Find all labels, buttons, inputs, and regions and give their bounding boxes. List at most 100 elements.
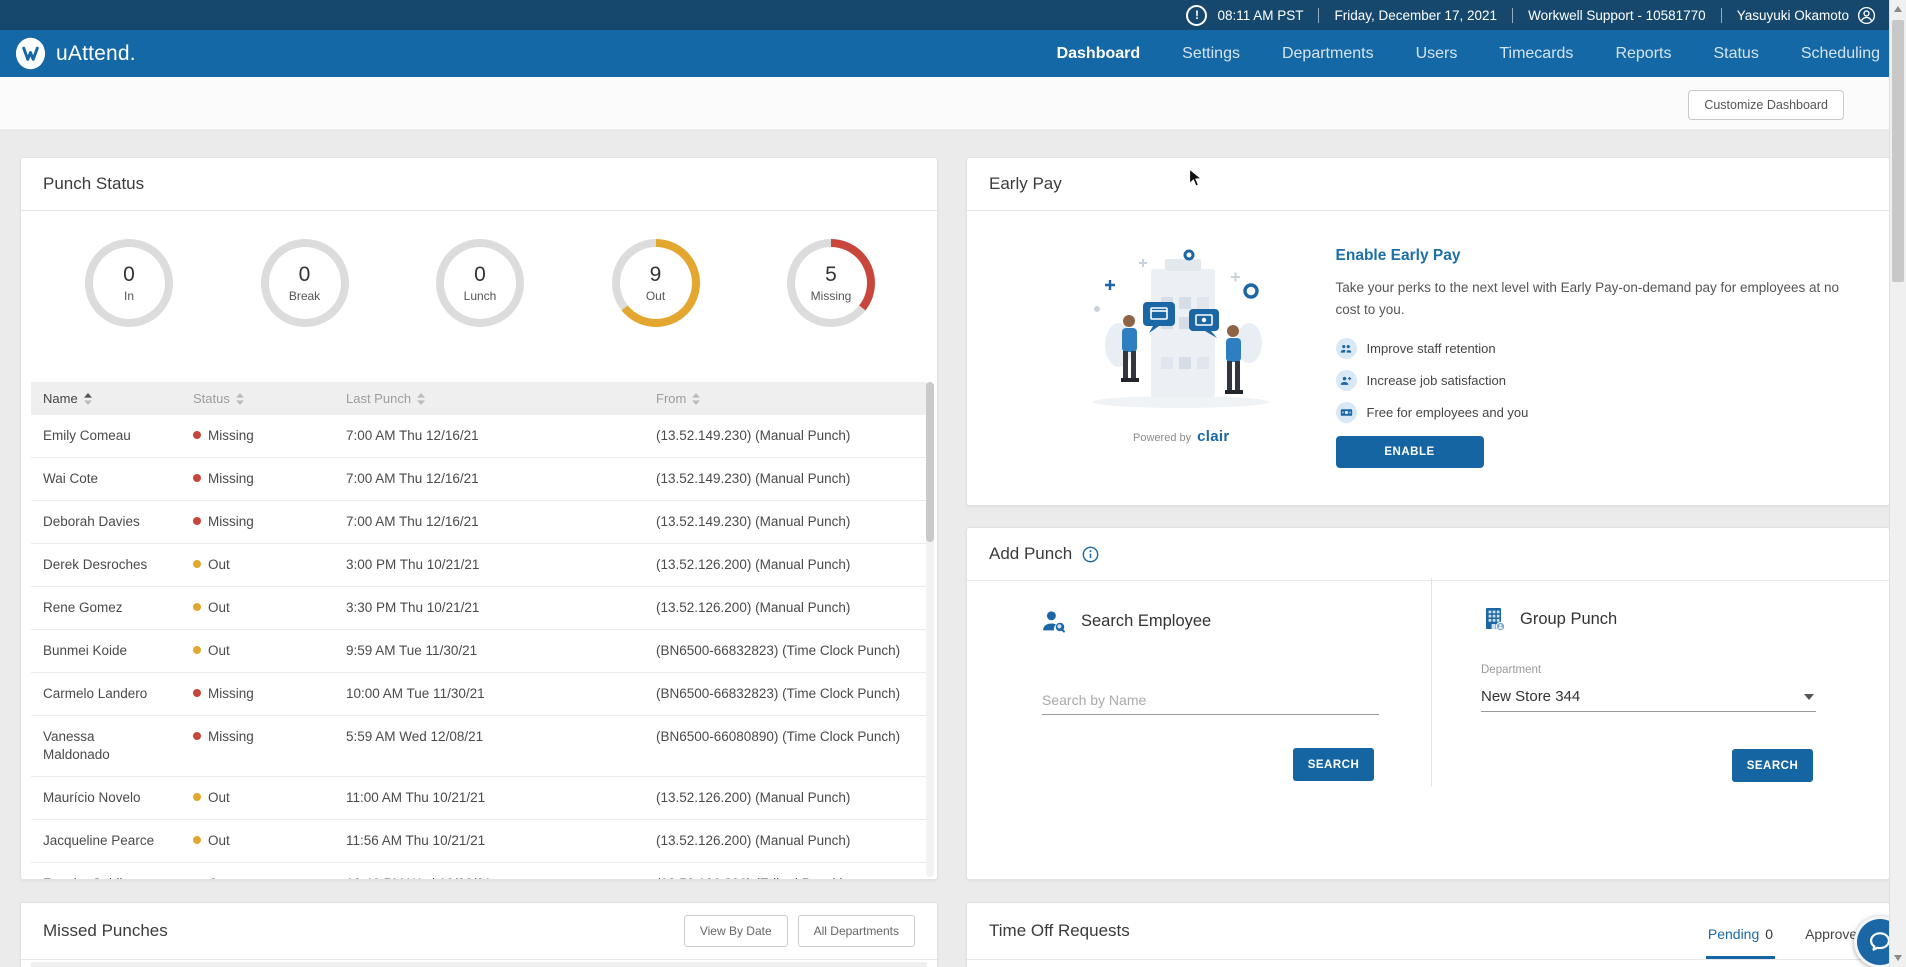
card-scrollbar-thumb[interactable] [926, 382, 934, 542]
stat-label: Missing [811, 289, 852, 303]
search-by-name-input[interactable] [1042, 686, 1379, 715]
punch-status-title: Punch Status [21, 158, 937, 211]
enable-button[interactable]: ENABLE [1336, 436, 1484, 468]
bullet-label: Free for employees and you [1367, 405, 1529, 420]
all-departments-button[interactable]: All Departments [798, 915, 915, 947]
stat-label: In [124, 289, 134, 303]
cell-last-punch: 12:46 PM Wed 10/20/21 [346, 875, 656, 880]
scroll-up-arrow-icon[interactable] [1894, 6, 1902, 12]
cell-from: (BN6500-66080890) (Time Clock Punch) [656, 728, 927, 746]
status-dot [193, 793, 201, 801]
cell-last-punch: 10:00 AM Tue 11/30/21 [346, 685, 656, 703]
table-row[interactable]: Wai CoteMissing7:00 AM Thu 12/16/21(13.5… [31, 458, 927, 501]
nav-item-reports[interactable]: Reports [1615, 45, 1671, 63]
cell-name: Zunaira Saldivar [43, 875, 193, 880]
search-employee-field [1042, 686, 1379, 715]
table-row[interactable]: Deborah DaviesMissing7:00 AM Thu 12/16/2… [31, 501, 927, 544]
punch-table-header: NameStatusLast Punch From [31, 382, 927, 415]
add-punch-title: Add Punch [989, 544, 1072, 564]
cell-name: Maurício Novelo [43, 789, 193, 807]
view-by-date-button[interactable]: View By Date [684, 915, 788, 947]
tab-pending[interactable]: Pending0 [1706, 926, 1775, 959]
clock-time: 08:11 AM PST [1217, 8, 1303, 23]
cell-name: Rene Gomez [43, 599, 193, 617]
nav-menu: Dashboard Settings Departments Users Timecar… [1057, 45, 1880, 63]
department-value: New Store 344 [1481, 688, 1580, 705]
chevron-down-icon [1804, 694, 1814, 700]
nav-item-departments[interactable]: Departments [1282, 45, 1374, 63]
vertical-divider [1431, 578, 1432, 786]
search-employee-section-title: Search Employee [1041, 608, 1211, 635]
add-punch-header: Add Punch [967, 528, 1889, 581]
early-pay-body: Powered by clair Enable Early Pay Take y… [967, 211, 1889, 468]
column-header-name[interactable]: Name [43, 391, 193, 406]
cell-last-punch: 5:59 AM Wed 12/08/21 [346, 728, 656, 746]
table-row[interactable]: Rene GomezOut3:30 PM Thu 10/21/21(13.52.… [31, 587, 927, 630]
alert-icon[interactable]: ! [1186, 5, 1207, 26]
cell-status: Out [193, 599, 346, 617]
nav-item-scheduling[interactable]: Scheduling [1801, 45, 1880, 63]
sort-icon [236, 393, 244, 405]
cell-status: Missing [193, 685, 346, 703]
table-row[interactable]: Bunmei KoideOut9:59 AM Tue 11/30/21(BN65… [31, 630, 927, 673]
brand-name: uAttend. [56, 42, 136, 66]
table-row[interactable]: Emily ComeauMissing7:00 AM Thu 12/16/21(… [31, 415, 927, 458]
time-off-title: Time Off Requests [989, 921, 1130, 941]
missed-punches-card: Missed Punches View By Date All Departme… [20, 902, 938, 967]
column-header-from[interactable]: From [656, 391, 927, 406]
uattend-logo-icon [14, 37, 47, 70]
table-row[interactable]: Jacqueline PearceOut11:56 AM Thu 10/21/2… [31, 820, 927, 863]
stat-value: 5 [825, 263, 837, 287]
support-account[interactable]: Workwell Support - 10581770 [1528, 8, 1706, 23]
tab-label: Pending [1708, 926, 1759, 942]
cell-from: (13.52.149.230) (Manual Punch) [656, 427, 927, 445]
early-pay-title: Early Pay [967, 158, 1889, 211]
brand-logo[interactable]: uAttend. [14, 37, 136, 70]
cell-name: Vanessa Maldonado [43, 728, 193, 764]
powered-by: Powered by clair [1063, 428, 1300, 445]
enable-early-pay-heading[interactable]: Enable Early Pay [1336, 247, 1859, 265]
page-scrollbar[interactable] [1889, 0, 1906, 967]
cell-last-punch: 7:00 AM Thu 12/16/21 [346, 427, 656, 445]
divider [1721, 8, 1722, 23]
early-pay-bullets: Improve staff retentionIncrease job sati… [1336, 338, 1859, 423]
table-row[interactable]: Derek DesrochesOut3:00 PM Thu 10/21/21(1… [31, 544, 927, 587]
status-dot [193, 879, 201, 880]
nav-item-users[interactable]: Users [1416, 45, 1458, 63]
cell-name: Emily Comeau [43, 427, 193, 445]
banknote-icon [1336, 402, 1357, 423]
punch-stat-lunch: 0Lunch [436, 239, 524, 327]
group-punch-section-title: Group Punch [1481, 606, 1617, 632]
nav-item-status[interactable]: Status [1713, 45, 1758, 63]
nav-item-timecards[interactable]: Timecards [1499, 45, 1573, 63]
search-employee-button[interactable]: SEARCH [1293, 748, 1374, 781]
punch-stat-in: 0In [85, 239, 173, 327]
info-icon[interactable] [1082, 546, 1099, 563]
table-row[interactable]: Zunaira SaldivarOut12:46 PM Wed 10/20/21… [31, 863, 927, 880]
nav-item-dashboard[interactable]: Dashboard [1057, 45, 1141, 63]
scrollbar-thumb[interactable] [1892, 20, 1904, 282]
column-header-last-punch[interactable]: Last Punch [346, 391, 656, 406]
bullet-label: Improve staff retention [1367, 341, 1496, 356]
department-select[interactable]: New Store 344 [1481, 682, 1816, 712]
status-dot [193, 431, 201, 439]
cell-from: (13.52.126.200) (Manual Punch) [656, 556, 927, 574]
cell-from: (BN6500-66832823) (Time Clock Punch) [656, 685, 927, 703]
cell-name: Carmelo Landero [43, 685, 193, 703]
cell-status: Out [193, 789, 346, 807]
group-punch-search-button[interactable]: SEARCH [1732, 749, 1813, 782]
customize-dashboard-button[interactable]: Customize Dashboard [1688, 90, 1844, 120]
cell-from: (13.52.126.200) (Manual Punch) [656, 789, 927, 807]
column-label: Last Punch [346, 391, 411, 406]
scroll-down-arrow-icon[interactable] [1894, 955, 1902, 961]
column-header-status[interactable]: Status [193, 391, 346, 406]
cell-status: Out [193, 556, 346, 574]
time-off-requests-card: Time Off Requests Pending0Approved [966, 902, 1890, 967]
column-label: From [656, 391, 686, 406]
table-row[interactable]: Carmelo LanderoMissing10:00 AM Tue 11/30… [31, 673, 927, 716]
cell-status: Missing [193, 427, 346, 445]
nav-item-settings[interactable]: Settings [1182, 45, 1240, 63]
user-menu[interactable]: Yasuyuki Okamoto [1737, 6, 1876, 25]
table-row[interactable]: Vanessa MaldonadoMissing5:59 AM Wed 12/0… [31, 716, 927, 777]
table-row[interactable]: Maurício NoveloOut11:00 AM Thu 10/21/21(… [31, 777, 927, 820]
